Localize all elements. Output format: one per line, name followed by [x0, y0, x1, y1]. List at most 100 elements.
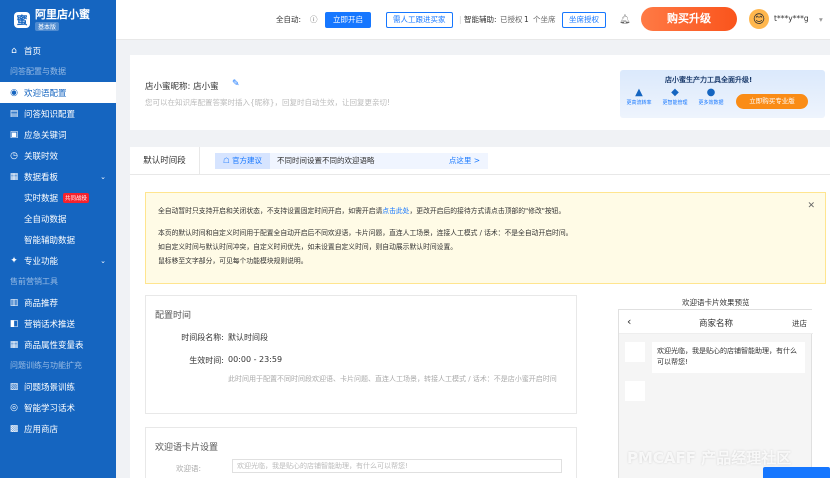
- tab-bar: 默认时间段 ☖ 官方建议 不同时间设置不同的欢迎语略 点这里 >: [130, 147, 830, 175]
- sidebar-item-label: 实时数据: [24, 193, 59, 204]
- sidebar-item[interactable]: ⌂ 首页: [0, 40, 116, 61]
- sidebar-item-label: 售前营销工具: [10, 277, 58, 286]
- bell-icon[interactable]: 🔔︎: [619, 12, 630, 28]
- buy-pro-button[interactable]: 立即购买专业版: [736, 94, 808, 109]
- close-icon[interactable]: ✕: [807, 201, 815, 211]
- seat-auth-button[interactable]: 坐席授权: [562, 12, 606, 28]
- rocket-icon: ▲: [635, 87, 643, 98]
- sidebar-item-label: 营销话术推送: [24, 319, 76, 330]
- chart-icon: ▦: [9, 171, 19, 182]
- megaphone-icon: ◧: [9, 318, 19, 329]
- sidebar-item[interactable]: ▥ 商品推荐: [0, 292, 116, 313]
- sidebar-item-label: 全自动数据: [24, 214, 67, 225]
- open-now-button[interactable]: 立即开启: [325, 12, 371, 28]
- sidebar-nav: ⌂ 首页问答配置与数据 ◉ 欢迎语配置 ▤ 问答知识配置 ▣ 应急关键词 ◷ 关联时效 ▦ 数据看板 ⌄…: [0, 40, 116, 439]
- sidebar-item-label: 专业功能: [24, 256, 59, 267]
- edit-icon[interactable]: ✎: [232, 79, 240, 89]
- bulb-icon: ◎: [10, 402, 18, 413]
- phone-header: ‹ 商家名称 进店: [619, 310, 813, 334]
- welcome-input[interactable]: 欢迎光临，我是贴心的店铺智能助理，有什么可以帮您!: [232, 459, 562, 473]
- sidebar-item-label: 欢迎语配置: [24, 88, 67, 99]
- sidebar-item[interactable]: ◉ 欢迎语配置: [0, 82, 116, 103]
- sidebar-item[interactable]: ▩ 应用商店: [0, 418, 116, 439]
- advice-icon: ☖: [222, 156, 230, 165]
- sidebar-item[interactable]: ▣ 应急关键词: [0, 124, 116, 145]
- sidebar-item-label: 问答知识配置: [24, 109, 76, 120]
- nickname-label: 店小蜜昵称: 店小蜜: [145, 82, 219, 92]
- sidebar-item[interactable]: 全自动数据: [0, 208, 116, 229]
- sidebar-item-label: 关联时效: [24, 151, 59, 162]
- time-label: 生效时间:: [189, 356, 224, 365]
- watermark: PMCAFF 产品经理社区: [627, 449, 792, 467]
- sidebar-item[interactable]: ◎ 智能学习话术: [0, 397, 116, 418]
- avatar-placeholder: [625, 381, 645, 401]
- sidebar-item-label: 应用商店: [24, 424, 59, 435]
- notice-link[interactable]: 点击此处: [382, 207, 409, 215]
- avatar[interactable]: 😊: [749, 9, 769, 29]
- tab-default-time[interactable]: 默认时间段: [130, 147, 200, 175]
- sidebar-item-label: 商品推荐: [24, 298, 59, 309]
- manual-followup-button[interactable]: 需人工跟进买家: [386, 12, 453, 28]
- sidebar-item-label: 智能学习话术: [24, 403, 76, 414]
- hot-badge: 共同战役: [63, 192, 90, 203]
- promo-title: 店小蜜生产力工具全面升级!: [665, 76, 753, 84]
- time-config-panel: 配置时间 时间段名称: 默认时间段 生效时间: 00:00 - 23:59 此时…: [145, 295, 577, 414]
- promo-item: ◆ 更智能管理: [658, 87, 692, 106]
- sidebar-item[interactable]: ▤ 问答知识配置: [0, 103, 116, 124]
- sidebar-item[interactable]: 实时数据 共同战役: [0, 187, 116, 208]
- sidebar-item[interactable]: ▧ 问题场景训练: [0, 376, 116, 397]
- advice-text: 不同时间设置不同的欢迎语略: [277, 156, 375, 165]
- notice-box: 全自动暂时只支持开启和关闭状态，不支持设置固定时间开启，如需开启请点击此处，更改…: [145, 192, 826, 284]
- data-icon: ●: [706, 87, 716, 98]
- sidebar-item-label: 应急关键词: [24, 130, 67, 141]
- seat-unit: 个坐席: [533, 15, 556, 24]
- sidebar-item[interactable]: ▦ 商品属性变量表: [0, 334, 116, 355]
- preview-title: 欢迎语卡片效果预览: [682, 298, 750, 307]
- manage-icon: ◆: [671, 87, 679, 98]
- alert-icon: ▣: [9, 129, 19, 140]
- sidebar: 蜜 阿里店小蜜 基本版 ⌂ 首页问答配置与数据 ◉ 欢迎语配置 ▤ 问答知识配置 ▣ 应急关键…: [0, 0, 116, 478]
- sidebar-item[interactable]: ▦ 数据看板 ⌄: [0, 166, 116, 187]
- chevron-down-icon: ⌄: [100, 256, 106, 265]
- nickname-desc: 您可以在知识库配置答案时插入{昵称}，回复时自动生效，让回复更亲切!: [145, 98, 391, 107]
- logo[interactable]: 蜜 阿里店小蜜 基本版: [0, 0, 116, 40]
- notice-line: 鼠标移至文字部分，可见每个功能模块规则说明。: [158, 257, 308, 265]
- edition-badge: 基本版: [35, 22, 60, 31]
- greeting-bubble: 欢迎光临，我是贴心的店铺智能助理，有什么可以帮您!: [652, 342, 805, 373]
- card-settings-title: 欢迎语卡片设置: [155, 443, 219, 453]
- promo-banner[interactable]: 店小蜜生产力工具全面升级! ▲ 更高流转率 ◆ 更智能管理 ● 更多效数据 立即购买专…: [620, 70, 825, 118]
- main-content: 店小蜜昵称: 店小蜜 ✎ 您可以在知识库配置答案时插入{昵称}，回复时自动生效，…: [130, 55, 830, 478]
- info-icon[interactable]: ⓘ: [310, 12, 318, 28]
- sidebar-item-label: 问答配置与数据: [10, 67, 66, 76]
- sidebar-item-label: 首页: [24, 46, 42, 57]
- save-button[interactable]: [763, 467, 830, 478]
- sidebar-item[interactable]: 智能辅助数据: [0, 229, 116, 250]
- enter-shop: 进店: [792, 319, 807, 328]
- sidebar-item-label: 问题场景训练: [24, 382, 76, 393]
- sidebar-item[interactable]: ◷ 关联时效: [0, 145, 116, 166]
- chat-icon: ◉: [10, 87, 18, 98]
- home-icon: ⌂: [11, 45, 17, 56]
- name-label: 时间段名称:: [181, 333, 224, 342]
- sidebar-item[interactable]: ◧ 营销话术推送: [0, 313, 116, 334]
- chevron-down-icon[interactable]: ▾: [819, 12, 823, 28]
- sidebar-item-label: 数据看板: [24, 172, 59, 183]
- divider: |: [459, 15, 462, 24]
- name-value: 默认时间段: [228, 333, 268, 342]
- config-desc: 此时间用于配置不同时间段欢迎语、卡片问题、直连人工场景，转接人工模式 / 话术：…: [228, 375, 557, 383]
- config-card: 默认时间段 ☖ 官方建议 不同时间设置不同的欢迎语略 点这里 > 全自动暂时只支…: [130, 147, 830, 478]
- top-bar: 全自动: ⓘ 立即开启 需人工跟进买家 | 智能辅助: 已授权 1 个坐席 坐席…: [116, 0, 830, 40]
- time-value: 00:00 - 23:59: [228, 355, 283, 364]
- notice-line: 全自动暂时只支持开启和关闭状态，不支持设置固定时间开启，如需开启请点击此处，更改…: [158, 207, 566, 215]
- sidebar-item[interactable]: ✦ 专业功能 ⌄: [0, 250, 116, 271]
- sidebar-group-label: 售前营销工具: [0, 271, 116, 292]
- nickname-card: 店小蜜昵称: 店小蜜 ✎ 您可以在知识库配置答案时插入{昵称}，回复时自动生效，…: [130, 55, 830, 130]
- username[interactable]: t***y***g: [774, 14, 809, 23]
- sidebar-item-label: 问题训练与功能扩充: [10, 361, 82, 370]
- sidebar-group-label: 问答配置与数据: [0, 61, 116, 82]
- star-icon: ✦: [10, 255, 18, 266]
- promo-item: ▲ 更高流转率: [622, 87, 656, 106]
- advice-link[interactable]: 点这里 >: [449, 153, 480, 169]
- clock-icon: ◷: [10, 150, 18, 161]
- upgrade-button[interactable]: 购买升级: [641, 7, 737, 31]
